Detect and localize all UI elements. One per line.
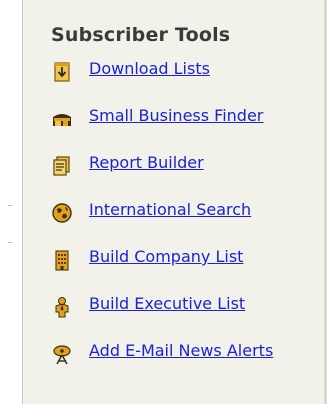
satellite-dish-icon (53, 345, 71, 365)
tool-item-download-lists: Download Lists (51, 58, 273, 105)
small-business-finder-link[interactable]: Small Business Finder (89, 105, 263, 127)
building-icon (55, 250, 69, 271)
build-executive-list-link[interactable]: Build Executive List (89, 293, 245, 315)
executive-icon (55, 297, 69, 318)
email-news-alerts-link[interactable]: Add E-Mail News Alerts (89, 340, 273, 362)
globe-icon (52, 203, 72, 223)
download-lists-link[interactable]: Download Lists (89, 58, 210, 80)
tool-item-build-executive-list: Build Executive List (51, 293, 273, 340)
international-search-link[interactable]: International Search (89, 199, 251, 221)
margin-tick (8, 242, 12, 243)
subscriber-tools-panel: Subscriber Tools Download Lists Small Bu… (22, 0, 327, 404)
left-margin (0, 0, 22, 404)
download-icon (54, 62, 70, 82)
panel-title: Subscriber Tools (51, 24, 231, 46)
margin-tick (8, 205, 12, 206)
tool-list: Download Lists Small Business Finder Rep… (51, 58, 273, 387)
page: Subscriber Tools Download Lists Small Bu… (0, 0, 327, 404)
tool-item-report-builder: Report Builder (51, 152, 273, 199)
report-icon (53, 156, 70, 176)
tool-item-email-news-alerts: Add E-Mail News Alerts (51, 340, 273, 387)
build-company-list-link[interactable]: Build Company List (89, 246, 243, 268)
report-builder-link[interactable]: Report Builder (89, 152, 204, 174)
tool-item-small-business-finder: Small Business Finder (51, 105, 273, 152)
tool-item-international-search: International Search (51, 199, 273, 246)
tool-item-build-company-list: Build Company List (51, 246, 273, 293)
storefront-icon (53, 114, 71, 126)
